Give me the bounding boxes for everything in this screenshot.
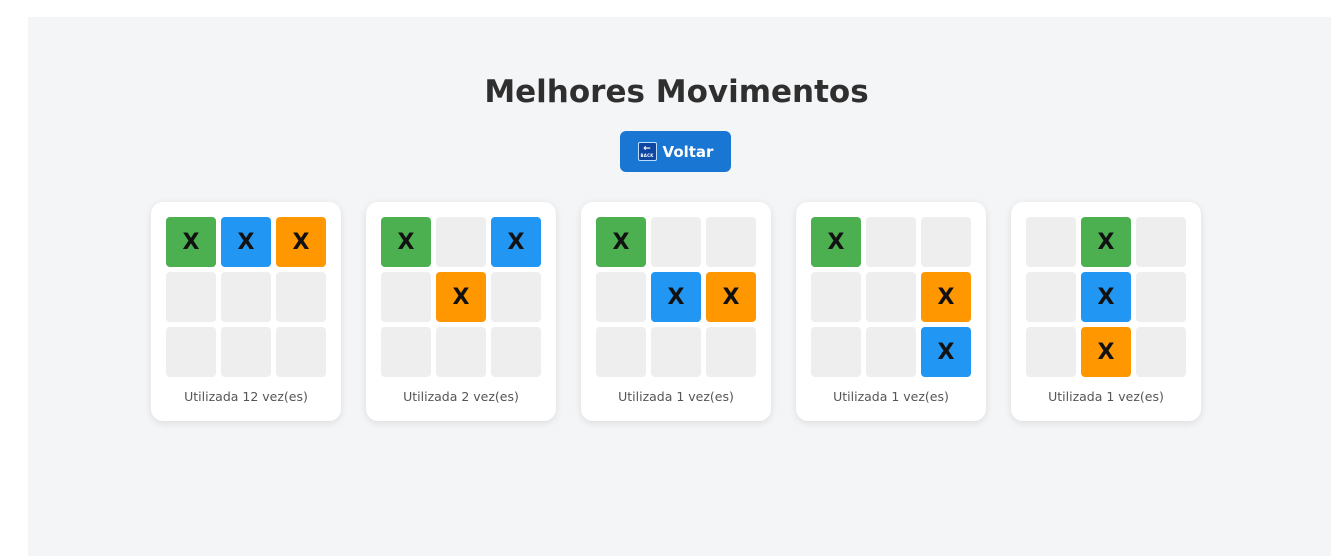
board-cell: X: [1081, 327, 1131, 377]
board-cell: X: [276, 217, 326, 267]
board-card: X X X Utilizada 2 vez(es): [366, 202, 556, 421]
board-cell: [221, 327, 271, 377]
board-cell: [276, 327, 326, 377]
board-cell: [596, 327, 646, 377]
board-cell: [811, 272, 861, 322]
usage-count: Utilizada 1 vez(es): [1048, 389, 1164, 404]
board-cell: X: [706, 272, 756, 322]
board-cell: [221, 272, 271, 322]
board-card: X X X Utilizada 1 vez(es): [581, 202, 771, 421]
board-cell: [921, 217, 971, 267]
board-cell: [706, 217, 756, 267]
board-grid: X X X: [1026, 217, 1201, 377]
board-cell: X: [921, 272, 971, 322]
board-cell: X: [811, 217, 861, 267]
board-cell: [1026, 272, 1076, 322]
board-cell: [436, 217, 486, 267]
board-cell: [866, 217, 916, 267]
board-cell: X: [221, 217, 271, 267]
back-button[interactable]: ← BACK Voltar: [620, 131, 731, 172]
board-cell: [436, 327, 486, 377]
board-cell: [1136, 327, 1186, 377]
board-cell: [1136, 217, 1186, 267]
board-cell: [491, 327, 541, 377]
board-grid: X X X: [166, 217, 341, 377]
board-card: X X X Utilizada 12 vez(es): [151, 202, 341, 421]
board-grid: X X X: [596, 217, 771, 377]
board-cell: [866, 327, 916, 377]
board-cell: [1026, 217, 1076, 267]
board-cell: X: [921, 327, 971, 377]
board-cell: [596, 272, 646, 322]
boards-list: X X X Utilizada 12 vez(es) X X X Utiliza…: [151, 202, 1201, 421]
board-cell: X: [1081, 272, 1131, 322]
board-cell: [166, 272, 216, 322]
board-cell: [651, 327, 701, 377]
board-cell: X: [1081, 217, 1131, 267]
board-cell: X: [166, 217, 216, 267]
board-cell: X: [596, 217, 646, 267]
board-cell: [491, 272, 541, 322]
usage-count: Utilizada 1 vez(es): [833, 389, 949, 404]
board-cell: [166, 327, 216, 377]
usage-count: Utilizada 2 vez(es): [403, 389, 519, 404]
usage-count: Utilizada 1 vez(es): [618, 389, 734, 404]
board-cell: X: [436, 272, 486, 322]
board-cell: [866, 272, 916, 322]
board-grid: X X X: [381, 217, 556, 377]
board-cell: X: [381, 217, 431, 267]
board-cell: X: [491, 217, 541, 267]
board-cell: [706, 327, 756, 377]
best-moves-page: Melhores Movimentos ← BACK Voltar X X X …: [28, 17, 1331, 556]
board-cell: [811, 327, 861, 377]
page-title: Melhores Movimentos: [484, 74, 869, 110]
board-cell: [381, 327, 431, 377]
board-cell: [381, 272, 431, 322]
board-cell: [651, 217, 701, 267]
board-cell: [1136, 272, 1186, 322]
back-button-label: Voltar: [662, 142, 714, 161]
back-arrow-icon: ← BACK: [637, 142, 657, 161]
usage-count: Utilizada 12 vez(es): [184, 389, 308, 404]
board-cell: [276, 272, 326, 322]
board-grid: X X X: [811, 217, 986, 377]
board-card: X X X Utilizada 1 vez(es): [1011, 202, 1201, 421]
board-cell: [1026, 327, 1076, 377]
board-cell: X: [651, 272, 701, 322]
board-card: X X X Utilizada 1 vez(es): [796, 202, 986, 421]
